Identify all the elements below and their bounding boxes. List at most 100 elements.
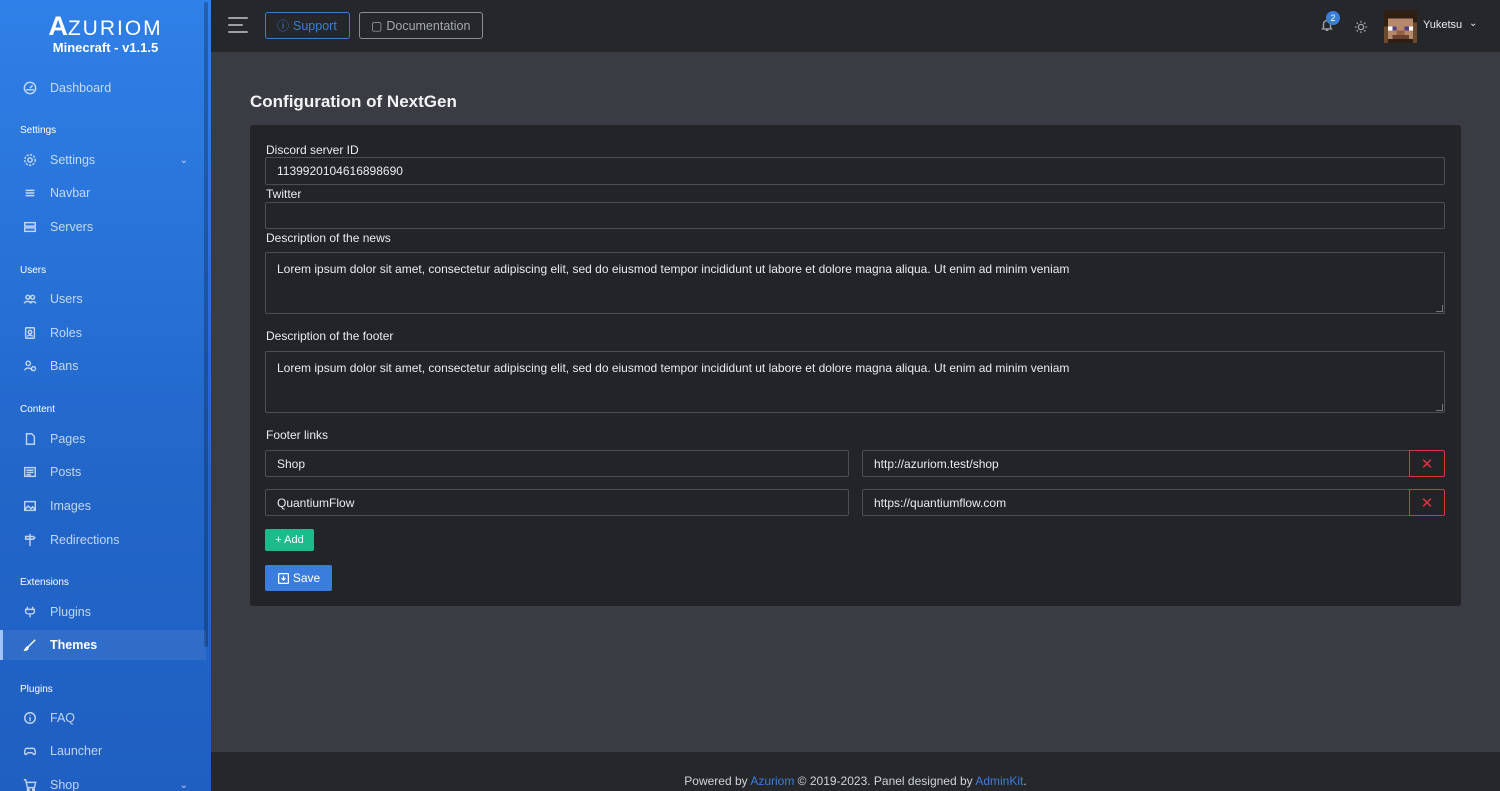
sidebar-item-themes[interactable]: Themes bbox=[0, 630, 206, 660]
sidebar-item-label: Posts bbox=[50, 465, 82, 479]
sidebar-item-label: Pages bbox=[50, 432, 86, 446]
link-url-value: https://quantiumflow.com bbox=[874, 495, 1007, 510]
chevron-down-icon[interactable]: ⌄ bbox=[1469, 18, 1477, 29]
sidebar: AZURIOM Minecraft - v1.1.5 Dashboard Set… bbox=[0, 0, 211, 791]
logo-text: ZURIOM bbox=[67, 17, 163, 40]
add-label: + Add bbox=[275, 534, 304, 546]
theme-toggle-icon[interactable] bbox=[1354, 20, 1368, 34]
sidebar-item-pages[interactable]: Pages bbox=[0, 424, 206, 454]
close-icon: ✕ bbox=[1420, 455, 1434, 473]
sidebar-header-extensions: Extensions bbox=[20, 577, 69, 588]
sidebar-item-label: Themes bbox=[50, 638, 98, 652]
sidebar-item-label: Dashboard bbox=[50, 81, 112, 95]
twitter-label: Twitter bbox=[266, 187, 302, 201]
twitter-input[interactable] bbox=[265, 202, 1445, 229]
controller-icon bbox=[22, 743, 38, 759]
sidebar-item-label: Navbar bbox=[50, 186, 91, 200]
sidebar-header-users: Users bbox=[20, 265, 47, 276]
sidebar-item-label: Shop bbox=[50, 778, 80, 791]
chevron-down-icon: ⌄ bbox=[179, 154, 188, 166]
discord-id-input[interactable]: 1139920104616898690 bbox=[265, 157, 1445, 185]
sidebar-item-dashboard[interactable]: Dashboard bbox=[0, 73, 206, 103]
cart-icon bbox=[22, 777, 38, 791]
adminkit-link[interactable]: AdminKit bbox=[975, 774, 1023, 788]
info-icon bbox=[22, 710, 38, 726]
resize-handle-icon[interactable] bbox=[1436, 305, 1443, 312]
documentation-button[interactable]: ▢ Documentation bbox=[359, 12, 483, 39]
link-url-input[interactable]: https://quantiumflow.com bbox=[862, 489, 1410, 516]
sidebar-item-images[interactable]: Images bbox=[0, 491, 206, 521]
sidebar-item-launcher[interactable]: Launcher bbox=[0, 736, 206, 766]
footer-text: Powered by bbox=[684, 774, 751, 788]
save-label: Save bbox=[292, 571, 321, 585]
documentation-label: Documentation bbox=[386, 18, 471, 33]
sidebar-item-label: Servers bbox=[50, 220, 94, 234]
sidebar-item-settings[interactable]: Settings ⌄ bbox=[0, 145, 206, 175]
sidebar-item-shop[interactable]: Shop ⌄ bbox=[0, 770, 206, 791]
sidebar-item-label: Launcher bbox=[50, 744, 103, 758]
footer-links-label: Footer links bbox=[266, 428, 329, 442]
sidebar-item-posts[interactable]: Posts bbox=[0, 457, 206, 487]
footer-text: © 2019-2023. Panel designed by bbox=[794, 774, 976, 788]
support-button[interactable]: ⓘ Support bbox=[265, 12, 350, 39]
remove-link-button[interactable]: ✕ bbox=[1409, 450, 1445, 477]
version-label: Minecraft - v1.1.5 bbox=[52, 40, 159, 55]
config-form-card: Discord server ID 1139920104616898690 Tw… bbox=[250, 125, 1461, 606]
brush-icon bbox=[22, 637, 38, 653]
page-footer: Powered by Azuriom © 2019-2023. Panel de… bbox=[211, 752, 1500, 791]
sidebar-header-settings: Settings bbox=[20, 125, 57, 136]
link-url-value: http://azuriom.test/shop bbox=[874, 456, 999, 471]
person-badge-icon bbox=[22, 325, 38, 341]
link-name-input[interactable]: QuantiumFlow bbox=[265, 489, 849, 516]
support-label: Support bbox=[293, 18, 337, 33]
sidebar-item-users[interactable]: Users bbox=[0, 284, 206, 314]
server-icon bbox=[22, 219, 38, 235]
book-icon: ▢ bbox=[371, 18, 383, 33]
close-icon: ✕ bbox=[1420, 494, 1434, 512]
sidebar-header-plugins: Plugins bbox=[20, 684, 53, 695]
add-link-button[interactable]: + Add bbox=[265, 529, 314, 551]
sidebar-item-label: Roles bbox=[50, 326, 82, 340]
discord-label: Discord server ID bbox=[266, 143, 359, 157]
notification-badge: 2 bbox=[1326, 11, 1340, 25]
footer-description-value: Lorem ipsum dolor sit amet, consectetur … bbox=[277, 361, 1070, 375]
newspaper-icon bbox=[22, 464, 38, 480]
sidebar-item-label: Images bbox=[50, 499, 91, 513]
save-button[interactable]: Save bbox=[265, 565, 332, 591]
sidebar-item-redirections[interactable]: Redirections bbox=[0, 525, 206, 555]
footer-text: . bbox=[1023, 774, 1027, 788]
image-icon bbox=[22, 498, 38, 514]
news-description-textarea[interactable]: Lorem ipsum dolor sit amet, consectetur … bbox=[265, 252, 1445, 314]
footer-description-textarea[interactable]: Lorem ipsum dolor sit amet, consectetur … bbox=[265, 351, 1445, 413]
sidebar-header-content: Content bbox=[20, 404, 56, 415]
resize-handle-icon[interactable] bbox=[1436, 404, 1443, 411]
sidebar-item-navbar[interactable]: Navbar bbox=[0, 178, 206, 208]
file-icon bbox=[22, 431, 38, 447]
link-name-input[interactable]: Shop bbox=[265, 450, 849, 477]
username-label[interactable]: Yuketsu bbox=[1423, 19, 1462, 31]
link-url-input[interactable]: http://azuriom.test/shop bbox=[862, 450, 1410, 477]
news-description-label: Description of the news bbox=[266, 231, 391, 245]
sidebar-item-label: Redirections bbox=[50, 533, 120, 547]
chevron-down-icon: ⌄ bbox=[179, 779, 188, 791]
sidebar-toggle-icon[interactable] bbox=[228, 17, 248, 33]
speedometer-icon bbox=[22, 80, 38, 96]
sidebar-item-faq[interactable]: FAQ bbox=[0, 703, 206, 733]
link-name-value: Shop bbox=[277, 456, 306, 471]
list-icon bbox=[22, 185, 38, 201]
plug-icon bbox=[22, 604, 38, 620]
people-icon bbox=[22, 291, 38, 307]
page-title: Configuration of NextGen bbox=[250, 92, 457, 111]
brand-logo[interactable]: AZURIOM Minecraft - v1.1.5 bbox=[0, 13, 211, 55]
remove-link-button[interactable]: ✕ bbox=[1409, 489, 1445, 516]
sidebar-item-plugins[interactable]: Plugins bbox=[0, 597, 206, 627]
avatar[interactable] bbox=[1384, 10, 1417, 43]
sidebar-item-servers[interactable]: Servers bbox=[0, 212, 206, 242]
azuriom-link[interactable]: Azuriom bbox=[750, 774, 794, 788]
link-name-value: QuantiumFlow bbox=[277, 495, 355, 510]
discord-id-value: 1139920104616898690 bbox=[277, 164, 403, 178]
sidebar-item-bans[interactable]: Bans bbox=[0, 351, 206, 381]
sidebar-item-label: Plugins bbox=[50, 605, 91, 619]
gear-icon bbox=[22, 152, 38, 168]
sidebar-item-roles[interactable]: Roles bbox=[0, 318, 206, 348]
